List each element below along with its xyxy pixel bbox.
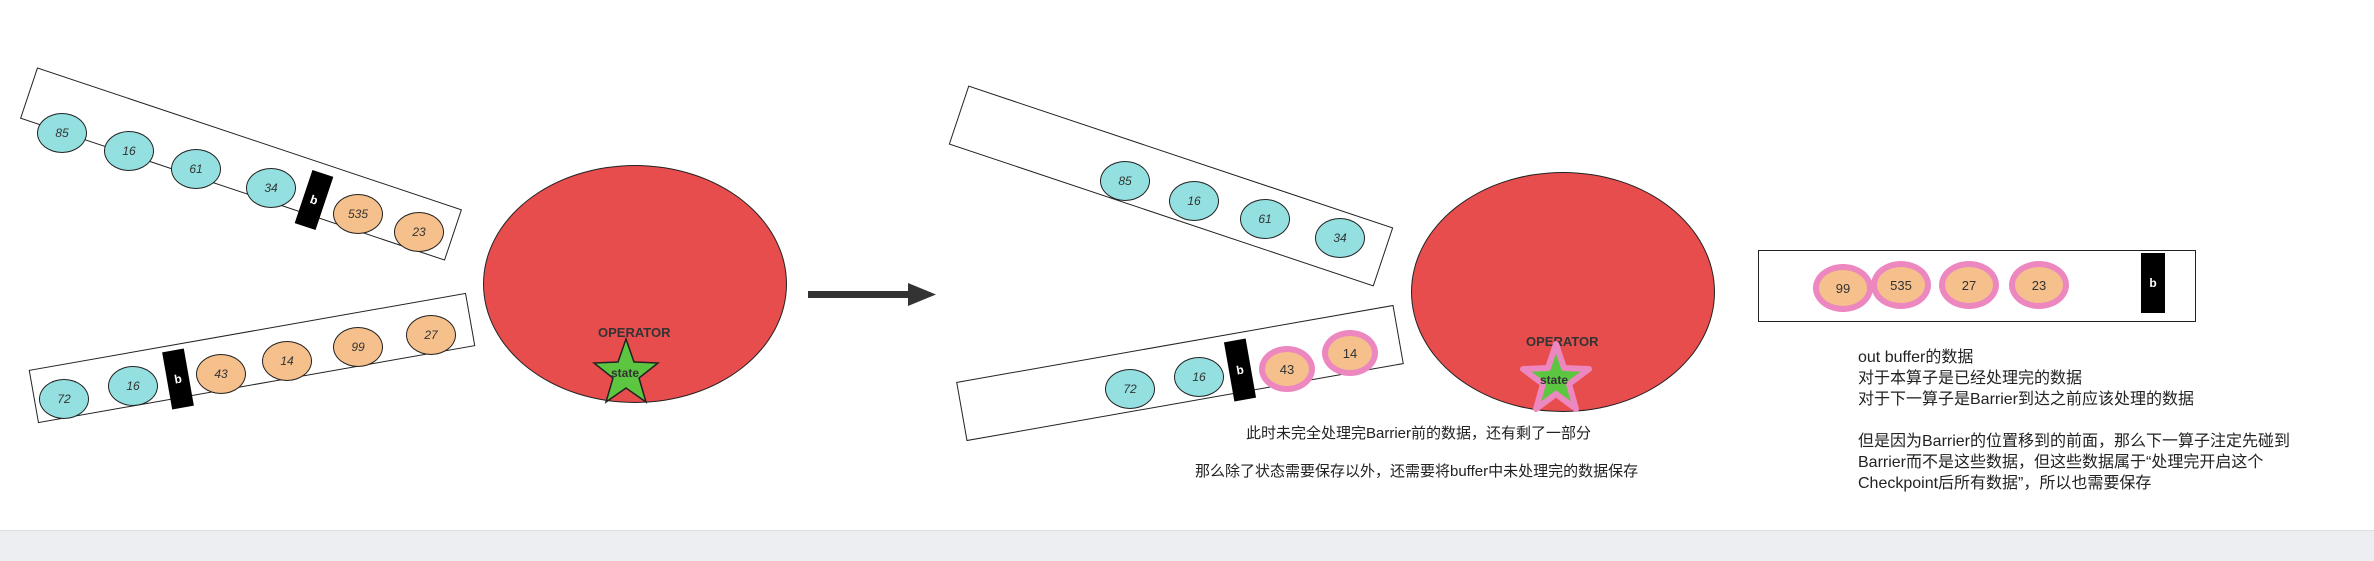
record-34: 34 bbox=[246, 168, 296, 208]
explanation-line: 对于本算子是已经处理完的数据 bbox=[1858, 370, 2083, 387]
record-27: 27 bbox=[1939, 261, 1999, 309]
record-16: 16 bbox=[108, 366, 158, 406]
upper-input-channel bbox=[948, 85, 1394, 287]
note-save-buffer: 那么除了状态需要保存以外，还需要将buffer中未处理完的数据保存 bbox=[1195, 463, 1639, 480]
explanation-line: 但是因为Barrier的位置移到的前面，那么下一算子注定先碰到 bbox=[1858, 433, 2291, 450]
record-43: 43 bbox=[1259, 346, 1315, 392]
record-23: 23 bbox=[2009, 261, 2069, 309]
explanation-line: 对于下一算子是Barrier到达之前应该处理的数据 bbox=[1858, 391, 2195, 408]
record-61: 61 bbox=[171, 149, 221, 189]
record-72: 72 bbox=[39, 379, 89, 419]
record-85: 85 bbox=[1100, 161, 1150, 201]
record-535: 535 bbox=[1871, 261, 1931, 309]
transition-arrow-icon bbox=[808, 283, 936, 306]
record-85: 85 bbox=[37, 113, 87, 153]
state-label: state bbox=[1540, 373, 1569, 387]
bottom-bar bbox=[0, 530, 2374, 561]
diagram-canvas: 85 16 61 34 b 535 23 72 16 b 43 14 99 27… bbox=[0, 0, 2374, 530]
record-99: 99 bbox=[1813, 264, 1873, 312]
record-43: 43 bbox=[196, 354, 246, 394]
record-535: 535 bbox=[333, 194, 383, 234]
state-label: state bbox=[611, 366, 640, 380]
record-72: 72 bbox=[1105, 369, 1155, 409]
explanation-line: out buffer的数据 bbox=[1858, 349, 1974, 366]
record-34: 34 bbox=[1315, 218, 1365, 258]
record-16: 16 bbox=[1169, 181, 1219, 221]
record-27: 27 bbox=[406, 315, 456, 355]
barrier-marker: b bbox=[2141, 253, 2165, 313]
explanation-line: Barrier而不是这些数据，但这些数据属于“处理完开启这个 bbox=[1858, 454, 2264, 471]
record-99: 99 bbox=[333, 327, 383, 367]
record-14: 14 bbox=[1322, 330, 1378, 376]
record-16: 16 bbox=[104, 131, 154, 171]
explanation-line: Checkpoint后所有数据”，所以也需要保存 bbox=[1858, 475, 2152, 492]
record-16: 16 bbox=[1174, 357, 1224, 397]
record-23: 23 bbox=[394, 212, 444, 252]
lower-input-channel bbox=[28, 292, 476, 424]
record-61: 61 bbox=[1240, 199, 1290, 239]
out-buffer-explanation: out buffer的数据 对于本算子是已经处理完的数据 对于下一算子是Barr… bbox=[1858, 347, 2290, 494]
record-14: 14 bbox=[262, 341, 312, 381]
explanation-line bbox=[1858, 410, 2290, 431]
note-remaining-data: 此时未完全处理完Barrier前的数据，还有剩了一部分 bbox=[1246, 425, 1592, 442]
